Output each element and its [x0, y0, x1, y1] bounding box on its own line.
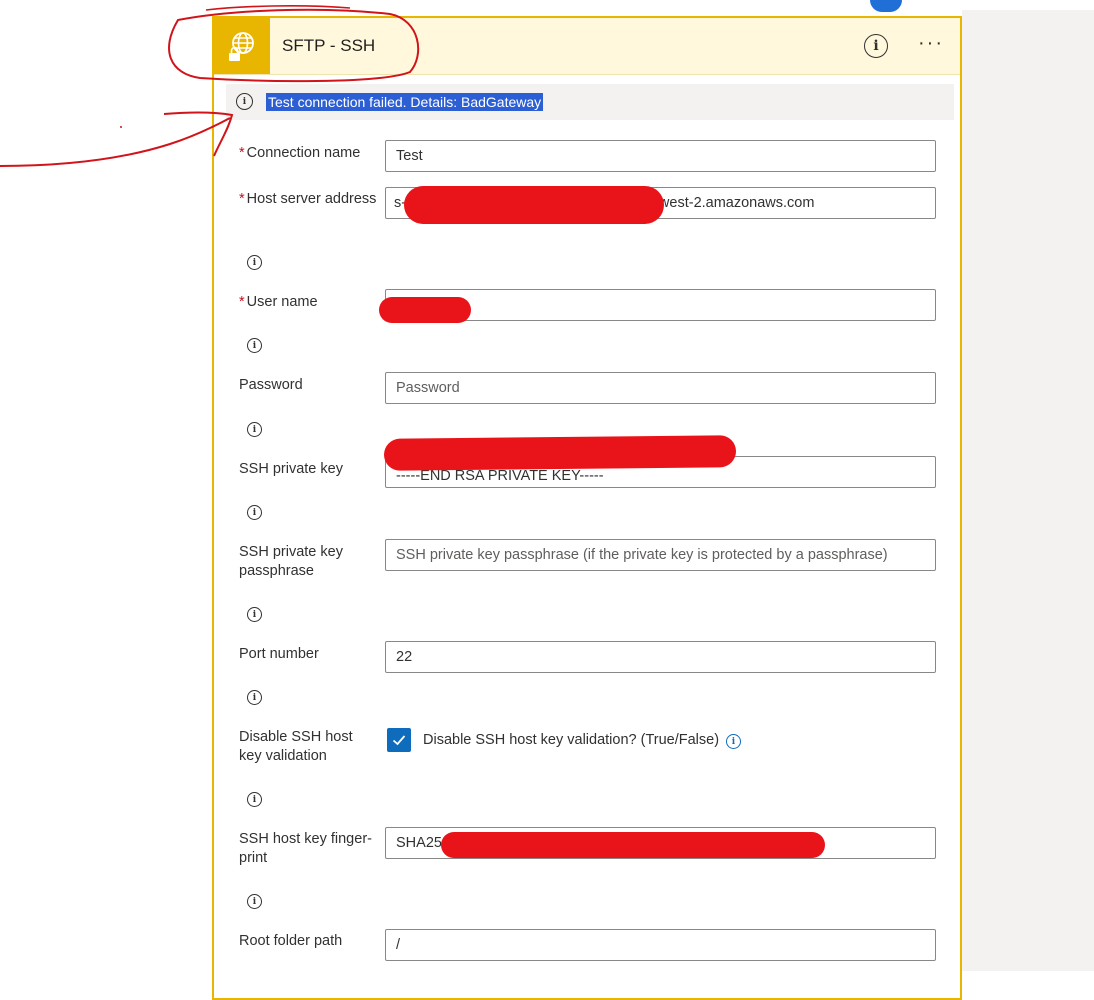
- password-info-icon[interactable]: i: [247, 422, 262, 437]
- connection-name-label: * Connection name: [239, 144, 379, 163]
- info-icon: i: [236, 93, 253, 110]
- card-header: SFTP - SSH i ···: [214, 18, 960, 75]
- alert-message: Test connection failed. Details: BadGate…: [266, 93, 544, 111]
- connection-name-input[interactable]: [385, 140, 936, 172]
- info-icon[interactable]: i: [864, 34, 888, 58]
- connection-error-banner: i Test connection failed. Details: BadGa…: [226, 84, 954, 120]
- port-number-info-icon[interactable]: i: [247, 690, 262, 705]
- host-key-validation-info-icon[interactable]: i: [247, 792, 262, 807]
- redaction-mark: [441, 832, 825, 858]
- right-panel-background: [962, 10, 1094, 971]
- ssh-private-key-label: SSH private key: [239, 461, 343, 477]
- required-marker: *: [239, 191, 245, 207]
- port-number-input[interactable]: [385, 641, 936, 673]
- redaction-mark: [379, 297, 471, 323]
- more-options-icon[interactable]: ···: [918, 32, 944, 55]
- redaction-mark: [404, 186, 664, 224]
- checkmark-icon: [392, 735, 406, 746]
- label-text: Host server address: [246, 191, 377, 207]
- root-folder-path-label: Root folder path: [239, 933, 343, 949]
- connector-title: SFTP - SSH: [282, 36, 376, 55]
- required-marker: *: [239, 145, 245, 161]
- redaction-mark: [383, 435, 737, 471]
- label-text: Connection name: [246, 145, 361, 161]
- user-name-label: * User name: [239, 293, 379, 312]
- checkbox-info-icon[interactable]: i: [726, 734, 741, 749]
- ssh-passphrase-info-icon[interactable]: i: [247, 607, 262, 622]
- required-marker: *: [239, 294, 245, 310]
- port-number-label: Port number: [239, 646, 319, 662]
- disable-host-key-validation-checkbox[interactable]: [387, 728, 411, 752]
- ssh-host-key-fingerprint-label: SSH host key finger-print: [239, 831, 372, 866]
- host-info-icon[interactable]: i: [247, 255, 262, 270]
- checkbox-label: Disable SSH host key validation? (True/F…: [423, 732, 720, 748]
- ssh-passphrase-input[interactable]: [385, 539, 936, 571]
- host-server-address-label: * Host server address: [239, 190, 379, 209]
- label-text: User name: [246, 294, 318, 310]
- ssh-private-key-info-icon[interactable]: i: [247, 505, 262, 520]
- fingerprint-info-icon[interactable]: i: [247, 894, 262, 909]
- host-value-suffix: -west-2.amazonaws.com: [654, 195, 815, 211]
- password-input[interactable]: [385, 372, 936, 404]
- ssh-passphrase-label: SSH private key passphrase: [239, 544, 343, 579]
- globe-lock-icon: [214, 18, 270, 74]
- user-name-info-icon[interactable]: i: [247, 338, 262, 353]
- password-label: Password: [239, 377, 303, 393]
- avatar: [870, 0, 902, 12]
- root-folder-path-input[interactable]: [385, 929, 936, 961]
- disable-host-key-validation-label: Disable SSH host key validation: [239, 729, 353, 764]
